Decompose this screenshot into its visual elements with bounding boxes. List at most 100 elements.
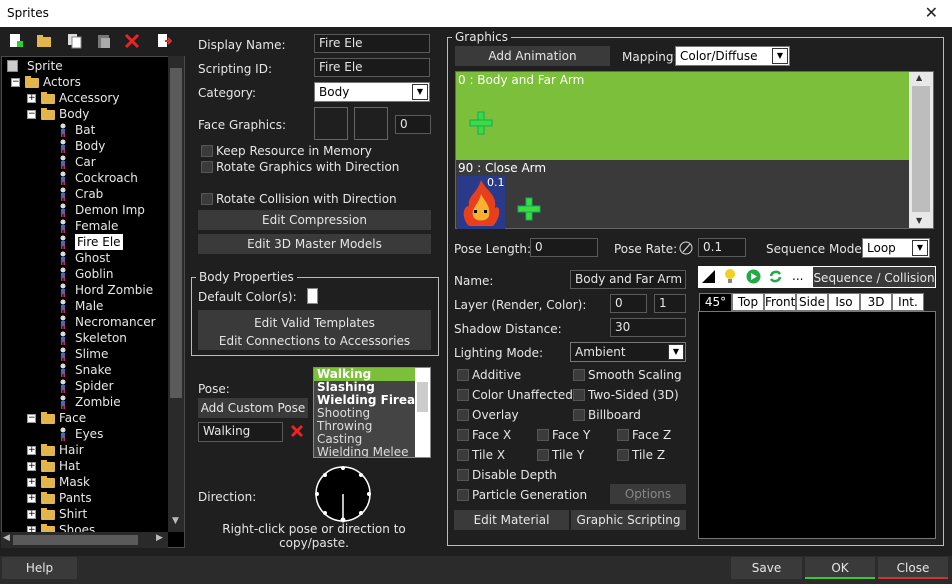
tree-item[interactable]: Fire Ele [2,234,172,250]
particle-checkbox[interactable] [457,489,469,501]
edit-material-button[interactable]: Edit Material [454,510,569,530]
view-tab[interactable]: 3D [860,293,892,311]
shadow-distance-field[interactable]: 30 [610,318,686,337]
view-tab[interactable]: Front [764,293,796,311]
expand-icon[interactable]: + [27,446,36,455]
close-button[interactable]: Close [878,557,948,579]
preview-canvas[interactable] [698,311,936,539]
tree-item[interactable]: + Mask [2,474,172,490]
expand-icon[interactable]: + [27,94,36,103]
collapse-icon[interactable]: − [27,110,36,119]
expand-icon[interactable]: + [27,478,36,487]
new-sprite-icon[interactable] [5,30,27,52]
sequence-mode-select[interactable]: Loop ▼ [862,238,930,258]
pose-list-scrollbar[interactable] [415,368,430,457]
pose-rate-dial-icon[interactable] [679,241,693,258]
tree-item[interactable]: Hord Zombie [2,282,172,298]
export-icon[interactable] [153,30,175,52]
billboard-checkbox[interactable] [573,409,585,421]
add-frame-icon[interactable] [516,196,542,225]
face-value-field[interactable]: 0 [395,115,431,134]
graphic-name-field[interactable]: Body and Far Arm [570,270,686,289]
delete-icon[interactable] [121,30,143,52]
pose-length-field[interactable]: 0 [530,238,598,257]
default-color-swatch[interactable] [307,288,318,304]
tile-y-checkbox[interactable] [537,449,549,461]
category-select[interactable]: Body ▼ [314,82,430,102]
color-tool-icon[interactable] [702,270,715,286]
tree-item[interactable]: + Shirt [2,506,172,522]
tree-item[interactable]: Crab [2,186,172,202]
color-unaffected-checkbox[interactable] [457,389,469,401]
layer-color-field[interactable]: 1 [654,294,686,313]
tree-item[interactable]: + Accessory [2,90,172,106]
layer-render-field[interactable]: 0 [610,294,647,313]
add-custom-pose-button[interactable]: Add Custom Pose [198,398,308,418]
tree-item[interactable]: − Actors [2,74,172,90]
pose-rate-field[interactable]: 0.1 [698,238,746,257]
view-tab[interactable]: 45° [699,293,732,311]
collapse-icon[interactable]: − [11,78,20,87]
edit-valid-templates-button[interactable]: Edit Valid Templates [198,313,431,333]
tree-item[interactable]: − Body [2,106,172,122]
tree-item[interactable]: Bat [2,122,172,138]
tree-item[interactable]: Spider [2,378,172,394]
lighting-mode-select[interactable]: Ambient ▼ [570,342,686,362]
view-tab[interactable]: Top [732,293,764,311]
tree-item[interactable]: Male [2,298,172,314]
tree-item[interactable]: Demon Imp [2,202,172,218]
collapse-icon[interactable]: − [27,414,36,423]
more-options-icon[interactable]: ... [792,269,803,283]
tree-item[interactable]: Ghost [2,250,172,266]
loop-icon[interactable] [768,269,783,287]
graphic-scripting-button[interactable]: Graphic Scripting [571,510,686,530]
fire-frame-thumbnail[interactable]: 0.1 [457,176,505,229]
smooth-scaling-checkbox[interactable] [573,369,585,381]
tree-item[interactable]: Car [2,154,172,170]
overlay-checkbox[interactable] [457,409,469,421]
tile-x-checkbox[interactable] [457,449,469,461]
face-x-checkbox[interactable] [457,429,469,441]
play-icon[interactable] [746,269,761,287]
help-button[interactable]: Help [2,557,77,579]
tree-item[interactable]: Sprite [2,58,172,74]
tree-item[interactable]: Skeleton [2,330,172,346]
sequence-collision-button[interactable]: Sequence / Collision [812,266,936,288]
tree-vertical-scrollbar[interactable]: ▼ [168,56,184,532]
animation-layers-list[interactable]: 0 : Body and Far Arm 90 : Close Arm 0.1 … [455,71,934,229]
tree-item[interactable]: + Hair [2,442,172,458]
ok-button[interactable]: OK [805,557,875,579]
tree-item[interactable]: Slime [2,346,172,362]
edit-connections-button[interactable]: Edit Connections to Accessories [198,333,431,353]
expand-icon[interactable]: + [27,510,36,519]
pose-list[interactable]: Walking Slashing Wielding Firearm Shooting T… [313,367,431,458]
scripting-id-field[interactable]: Fire Ele [314,58,430,77]
tile-z-checkbox[interactable] [617,449,629,461]
add-animation-button[interactable]: Add Animation [455,46,610,66]
tree-item[interactable]: Snake [2,362,172,378]
copy-icon[interactable] [64,30,86,52]
additive-checkbox[interactable] [457,369,469,381]
face-z-checkbox[interactable] [617,429,629,441]
keep-resource-checkbox[interactable] [201,145,213,157]
options-button[interactable]: Options [610,484,686,504]
save-button[interactable]: Save [731,557,802,579]
edit-compression-button[interactable]: Edit Compression [198,210,431,230]
tree-item[interactable]: Female [2,218,172,234]
delete-pose-icon[interactable] [289,423,305,442]
face-graphic-slot-1[interactable] [314,107,348,140]
tree-item[interactable]: − Face [2,410,172,426]
sprite-tree[interactable]: Sprite − Actors + Accessory − Body Bat Body Car Co… [1,56,185,548]
disable-depth-checkbox[interactable] [457,469,469,481]
paste-icon[interactable] [93,30,115,52]
tree-horizontal-scrollbar[interactable]: ◀ ▶ [1,532,168,548]
face-y-checkbox[interactable] [537,429,549,441]
face-graphic-slot-2[interactable] [354,107,388,140]
tree-item[interactable]: Necromancer [2,314,172,330]
view-tab[interactable]: Side [796,293,828,311]
tree-item[interactable]: Goblin [2,266,172,282]
tree-item[interactable]: Body [2,138,172,154]
tree-item[interactable]: Eyes [2,426,172,442]
view-tab[interactable]: Iso [828,293,860,311]
mapping-select[interactable]: Color/Diffuse ▼ [675,46,790,66]
